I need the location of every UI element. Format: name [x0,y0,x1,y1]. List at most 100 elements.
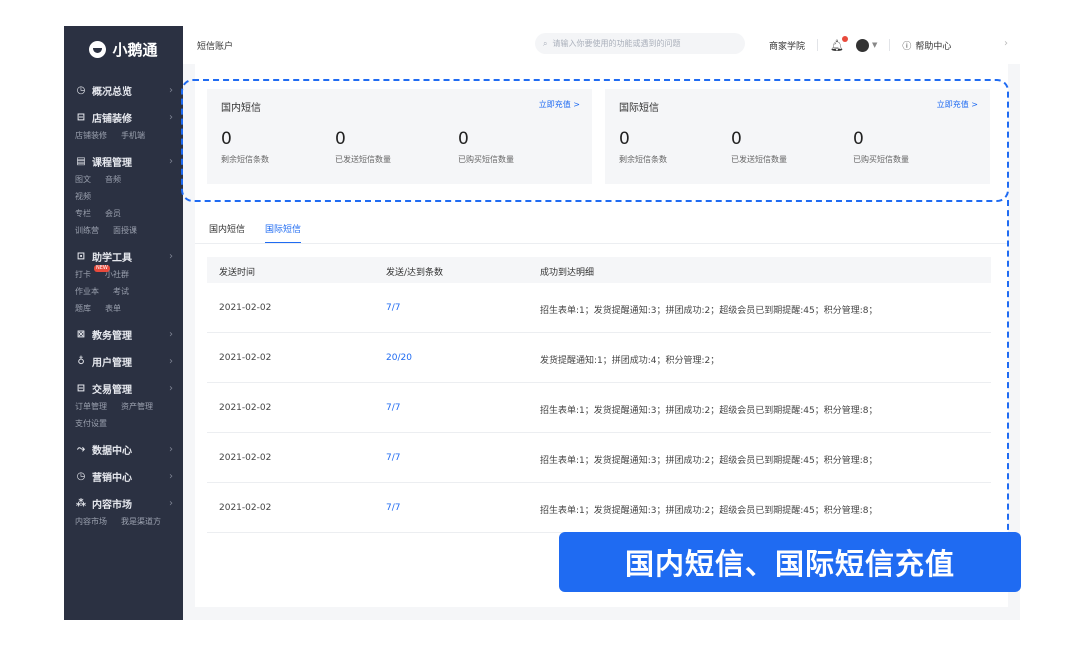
sidebar-section: ⊟ 店铺装修 › 店铺装修 手机端 [64,107,183,144]
sidebar-sub-item[interactable]: 题库 [75,303,91,314]
sidebar-sub-item[interactable]: 小社群 [105,269,129,280]
row-detail: 招生表单:1；发货提醒通知:3；拼团成功:2；超级会员已到期提醒:45；积分管理… [540,506,878,516]
sidebar-sub-item[interactable]: 支付设置 [75,418,107,429]
tab-domestic-sms[interactable]: 国内短信 [209,222,245,235]
sidebar-item[interactable]: ⊟ 交易管理 › [75,378,183,398]
sidebar-sub-item[interactable]: 视频 [75,191,91,202]
row-detail: 招生表单:1；发货提醒通知:3；拼团成功:2；超级会员已到期提醒:45；积分管理… [540,306,878,316]
sidebar-sub-item[interactable]: 打卡 [75,269,91,280]
chevron-right-icon: › [169,497,173,509]
sidebar-section: ⊡ 助学工具 › 打卡 NEW 小社群作业本 考试题库 表单 [64,246,183,317]
sidebar-sub-row: 训练营 面授课 [75,222,183,239]
sidebar-item[interactable]: ▤ 课程管理 › [75,151,183,171]
question-icon: ⓘ [902,41,912,52]
sidebar-sub-item[interactable]: 内容市场 [75,516,107,527]
help-center-link[interactable]: ⓘ 帮助中心 [902,39,951,52]
search-placeholder: 请输入你要使用的功能或遇到的问题 [552,39,681,48]
caption-banner: 国内短信、国际短信充值 [559,532,1021,592]
notification-dot [841,35,848,42]
sidebar-sub-item[interactable]: 资产管理 [121,401,153,412]
sidebar-nav: ◷ 概况总览 › ⊟ 店铺装修 › 店铺装修 手机端 ▤ 课程管理 › 图文 音频 视频 专栏 会员 训练营 面授… [64,80,183,530]
sidebar-section: ♁ 用户管理 › [64,351,183,371]
row-count: 7/7 [386,453,401,463]
nav-icon: ⊡ [76,250,86,262]
header-send-time: 发送时间 [219,268,256,278]
table-row: 2021-02-02 7/7 招生表单:1；发货提醒通知:3；拼团成功:2；超级会员… [207,433,991,483]
sms-tabs: 国内短信 国际短信 [209,222,302,244]
sidebar-sub-row: 题库 表单 [75,300,183,317]
sidebar-sub-item[interactable]: 订单管理 [75,401,107,412]
sidebar-sub-row: 内容市场 我是渠道方 [75,513,183,530]
row-count: 7/7 [386,503,401,513]
sidebar-item-label: 店铺装修 [92,113,132,125]
sidebar-item[interactable]: ◷ 营销中心 › [75,466,183,486]
nav-icon: ⊟ [76,382,86,394]
sidebar-sub-row: 视频 [75,188,183,205]
sidebar-sub-row: 支付设置 [75,415,183,432]
table-row: 2021-02-02 7/7 招生表单:1；发货提醒通知:3；拼团成功:2；超级会员… [207,383,991,433]
sidebar-sub-row: 作业本 考试 [75,283,183,300]
sidebar-item[interactable]: ♁ 用户管理 › [75,351,183,371]
row-detail: 招生表单:1；发货提醒通知:3；拼团成功:2；超级会员已到期提醒:45；积分管理… [540,406,878,416]
sidebar-sub-row: 专栏 会员 [75,205,183,222]
search-input[interactable]: ⌕ 请输入你要使用的功能或遇到的问题 [535,33,745,54]
sidebar-item-label: 数据中心 [92,445,132,457]
nav-icon: ◷ [76,84,86,96]
sidebar-sub-item[interactable]: 手机端 [121,130,145,141]
avatar[interactable] [855,38,869,52]
sidebar-item[interactable]: ⊠ 教务管理 › [75,324,183,344]
sidebar-sub-item[interactable]: 作业本 [75,286,99,297]
row-send-time: 2021-02-02 [219,453,272,463]
sidebar-section: ⊟ 交易管理 › 订单管理 资产管理 支付设置 [64,378,183,432]
sidebar-item[interactable]: ⤳ 数据中心 › [75,439,183,459]
search-icon: ⌕ [543,38,548,48]
sidebar-sub-item[interactable]: 训练营 [75,225,99,236]
sidebar-sub-item[interactable]: 音频 [105,174,121,185]
divider [817,39,819,51]
sidebar-sub-item[interactable]: 图文 [75,174,91,185]
sidebar-item[interactable]: ◷ 概况总览 › [75,80,183,100]
row-count: 7/7 [386,403,401,413]
highlight-box [181,79,1009,202]
sidebar-item[interactable]: ⊡ 助学工具 › [75,246,183,266]
row-count: 20/20 [386,353,412,363]
sidebar-item[interactable]: ⁂ 内容市场 › [75,493,183,513]
sidebar-sub-item[interactable]: 考试 [113,286,129,297]
sidebar-item-label: 课程管理 [92,157,132,169]
sidebar-sub-row: 订单管理 资产管理 [75,398,183,415]
table-header: 发送时间 发送/达到条数 成功到达明细 [207,257,991,283]
sidebar-section: ⤳ 数据中心 › [64,439,183,459]
tabs-divider [195,243,1008,244]
sidebar-item-label: 概况总览 [92,86,132,98]
sidebar-sub-item[interactable]: 专栏 [75,208,91,219]
sidebar-sub-item[interactable]: 会员 [105,208,121,219]
divider [889,39,891,51]
nav-icon: ♁ [77,355,85,367]
sidebar-sub-item[interactable]: 店铺装修 [75,130,107,141]
sidebar-item[interactable]: ⊟ 店铺装修 › [75,107,183,127]
row-send-time: 2021-02-02 [219,303,272,313]
sidebar-sub-row: 打卡 NEW 小社群 [75,265,183,283]
chevron-right-icon: › [169,250,173,262]
chevron-right-icon: › [169,470,173,482]
sidebar-sub-item[interactable]: 表单 [105,303,121,314]
merchant-school-link[interactable]: 商家学院 [769,39,805,52]
bell-icon[interactable]: 🔔︎ [830,35,848,52]
highlight-connector [1007,200,1009,540]
sidebar-sub-row: 图文 音频 [75,171,183,188]
tab-international-sms[interactable]: 国际短信 [265,222,302,244]
chevron-right-icon[interactable]: › [1004,38,1008,49]
sidebar-section: ◷ 概况总览 › [64,80,183,100]
sidebar-section: ▤ 课程管理 › 图文 音频视频专栏 会员 训练营 面授课 [64,151,183,239]
sidebar-item-label: 交易管理 [92,384,132,396]
logo-icon [89,40,107,58]
sidebar-section: ⊠ 教务管理 › [64,324,183,344]
sidebar-sub-item[interactable]: 我是渠道方 [121,516,161,527]
logo[interactable]: 小鹅通 [64,26,183,72]
sidebar-sub-item[interactable]: 面授课 [113,225,137,236]
chevron-right-icon: › [169,355,173,367]
logo-text: 小鹅通 [112,40,158,59]
chevron-down-icon[interactable]: ▼ [872,41,877,49]
help-center-label: 帮助中心 [915,41,952,52]
page-title: 短信账户 [197,41,234,52]
